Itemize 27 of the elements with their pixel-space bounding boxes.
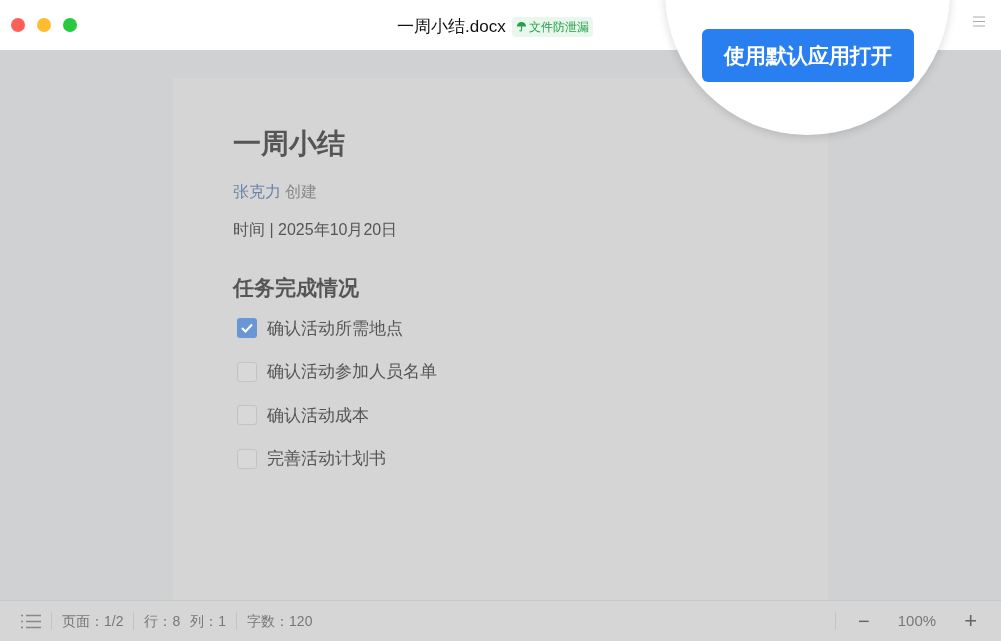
page-count: 页面：1/2	[62, 611, 124, 631]
zoom-in-button[interactable]: +	[956, 610, 985, 632]
task-checkbox[interactable]	[237, 318, 257, 339]
maximize-button[interactable]	[63, 18, 77, 32]
created-label: 创建	[285, 182, 317, 202]
checkmark-icon	[241, 323, 253, 334]
umbrella-icon	[515, 21, 527, 33]
window-title: 一周小结.docx	[397, 16, 506, 38]
minimize-button[interactable]	[37, 18, 51, 32]
close-button[interactable]	[11, 18, 25, 32]
document-title: 一周小结	[233, 130, 346, 158]
date-line: 时间 | 2025年10月20日	[233, 220, 399, 240]
task-label: 确认活动所需地点	[267, 317, 403, 340]
menu-icon[interactable]	[973, 16, 985, 27]
open-with-default-app-button[interactable]: 使用默认应用打开	[702, 29, 914, 82]
security-badge: 文件防泄漏	[511, 16, 593, 37]
zoom-level: 100%	[897, 610, 937, 631]
row-indicator: 行：8	[144, 611, 181, 631]
word-count: 字数：120	[247, 611, 313, 631]
task-label: 完善活动计划书	[267, 448, 386, 470]
task-label: 确认活动参加人员名单	[267, 361, 437, 383]
section-heading: 任务完成情况	[233, 275, 360, 301]
author-name[interactable]: 张克力	[233, 180, 281, 204]
outline-list-icon[interactable]	[21, 613, 41, 629]
task-label: 确认活动成本	[267, 404, 369, 427]
zoom-out-button[interactable]: −	[850, 611, 878, 631]
column-indicator: 列：1	[190, 611, 227, 631]
